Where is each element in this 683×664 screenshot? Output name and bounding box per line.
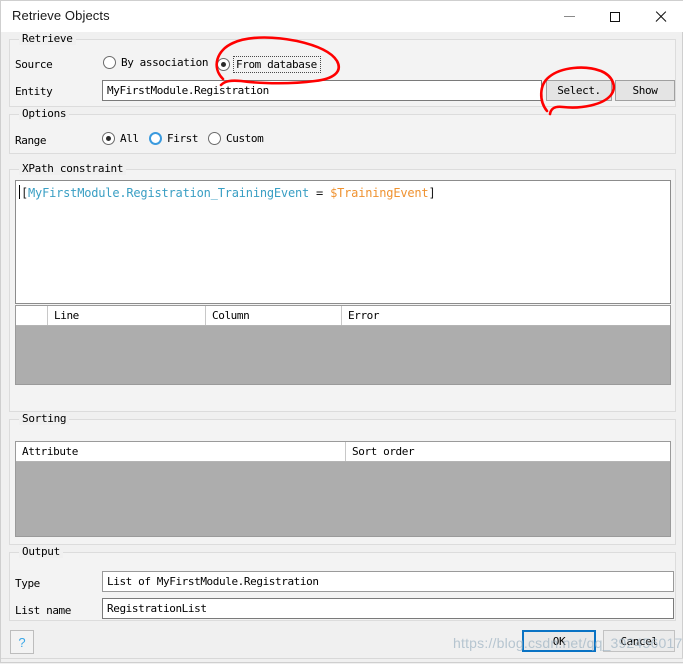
show-entity-button-label: Show bbox=[633, 84, 658, 97]
radio-range-all-label: All bbox=[120, 132, 139, 145]
xpath-group-label: XPath constraint bbox=[19, 162, 126, 175]
radio-range-custom-label: Custom bbox=[226, 132, 263, 145]
radio-by-association-dot bbox=[103, 56, 116, 69]
output-type-value: List of MyFirstModule.Registration bbox=[107, 575, 319, 588]
xpath-token-path: MyFirstModule.Registration_TrainingEvent bbox=[28, 186, 309, 200]
select-entity-button-label: Select. bbox=[557, 84, 601, 97]
sorting-grid[interactable]: Attribute Sort order bbox=[15, 441, 671, 537]
radio-range-all[interactable]: All bbox=[102, 132, 139, 145]
xpath-token-variable: $TrainingEvent bbox=[330, 186, 428, 200]
window-title: Retrieve Objects bbox=[12, 8, 110, 23]
watermark: https://blog.csdn.net/qq_392456017 bbox=[453, 635, 682, 651]
xpath-error-grid-header: Line Column Error bbox=[16, 306, 670, 326]
xpath-error-col-column[interactable]: Column bbox=[206, 306, 342, 325]
xpath-token-open-bracket: [ bbox=[21, 186, 28, 200]
xpath-token-close-bracket: ] bbox=[428, 186, 435, 200]
output-list-name-value: RegistrationList bbox=[107, 602, 207, 615]
question-mark-icon: ? bbox=[18, 635, 25, 650]
range-label: Range bbox=[15, 134, 46, 147]
retrieve-objects-dialog: Retrieve Objects Retrieve Source By asso… bbox=[0, 0, 683, 663]
output-list-name-label: List name bbox=[15, 604, 71, 617]
radio-from-database[interactable]: From database bbox=[217, 56, 321, 73]
output-group-label: Output bbox=[19, 545, 63, 558]
title-bar: Retrieve Objects bbox=[1, 1, 683, 32]
bottom-bar bbox=[1, 658, 683, 662]
radio-range-first-label: First bbox=[167, 132, 198, 145]
maximize-button[interactable] bbox=[592, 1, 638, 32]
show-entity-button[interactable]: Show bbox=[615, 80, 675, 101]
radio-by-association-label: By association bbox=[121, 56, 208, 69]
minimize-icon bbox=[564, 16, 575, 17]
entity-label: Entity bbox=[15, 85, 52, 98]
xpath-editor-code: [MyFirstModule.Registration_TrainingEven… bbox=[21, 186, 436, 200]
source-label: Source bbox=[15, 58, 52, 71]
retrieve-group-label: Retrieve bbox=[19, 32, 76, 45]
sorting-grid-header: Attribute Sort order bbox=[16, 442, 670, 462]
output-list-name-input[interactable]: RegistrationList bbox=[102, 598, 674, 619]
xpath-token-operator: = bbox=[309, 186, 330, 200]
close-icon bbox=[655, 11, 667, 23]
help-button[interactable]: ? bbox=[10, 630, 34, 654]
xpath-error-grid[interactable]: Line Column Error bbox=[15, 305, 671, 385]
xpath-editor[interactable]: [MyFirstModule.Registration_TrainingEven… bbox=[15, 180, 671, 304]
close-button[interactable] bbox=[638, 1, 683, 32]
radio-by-association[interactable]: By association bbox=[103, 56, 208, 69]
select-entity-button[interactable]: Select. bbox=[546, 80, 612, 101]
sorting-grid-body bbox=[16, 462, 670, 536]
entity-input-value: MyFirstModule.Registration bbox=[107, 84, 269, 97]
sorting-col-attribute[interactable]: Attribute bbox=[16, 442, 346, 461]
sorting-col-sort-order[interactable]: Sort order bbox=[346, 442, 670, 461]
xpath-error-grid-body bbox=[16, 326, 670, 384]
entity-input[interactable]: MyFirstModule.Registration bbox=[102, 80, 542, 101]
radio-range-first-dot bbox=[149, 132, 162, 145]
radio-range-custom[interactable]: Custom bbox=[208, 132, 263, 145]
xpath-error-col-blank[interactable] bbox=[16, 306, 48, 325]
options-group-label: Options bbox=[19, 107, 69, 120]
xpath-error-col-error[interactable]: Error bbox=[342, 306, 670, 325]
radio-range-first[interactable]: First bbox=[149, 132, 198, 145]
xpath-error-col-line[interactable]: Line bbox=[48, 306, 206, 325]
xpath-editor-caret bbox=[19, 185, 20, 199]
radio-range-all-dot bbox=[102, 132, 115, 145]
output-type-label: Type bbox=[15, 577, 40, 590]
maximize-icon bbox=[610, 12, 620, 22]
minimize-button[interactable] bbox=[546, 1, 592, 32]
radio-from-database-label: From database bbox=[233, 56, 321, 73]
sorting-group-label: Sorting bbox=[19, 412, 69, 425]
radio-range-custom-dot bbox=[208, 132, 221, 145]
output-type-input[interactable]: List of MyFirstModule.Registration bbox=[102, 571, 674, 592]
radio-from-database-dot bbox=[217, 58, 230, 71]
